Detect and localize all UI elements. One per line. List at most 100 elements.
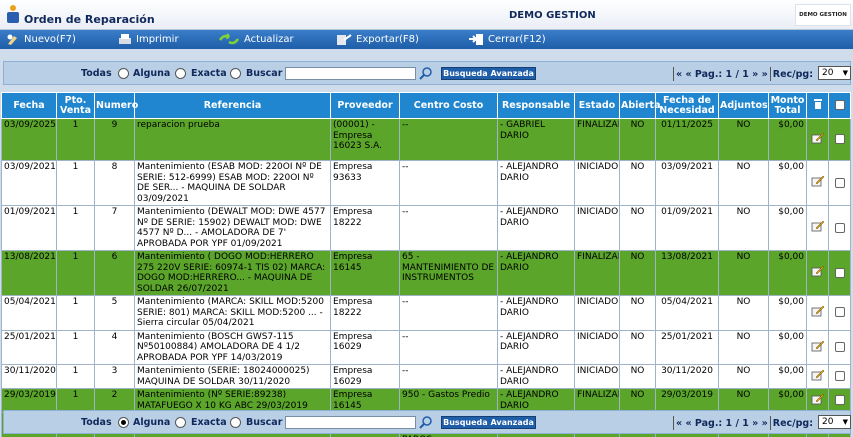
refresh-button[interactable]: Actualizar [218,32,294,47]
table-row[interactable]: 03/09/2025 1 9 reparacion prueba (00001) - E… [1,118,851,161]
cell-referencia: Mantenimiento (BOSCH GWS7-115 Nº50100884… [134,329,331,365]
next-page-button[interactable]: » [752,69,758,80]
select-cell [828,160,851,206]
col-fecha[interactable]: Fecha [1,92,57,119]
cell-referencia: Mantenimiento (MARCA: SKILL MOD:5200 SER… [134,295,331,331]
radio-buscar-top[interactable] [230,68,241,79]
brand-logo: DEMO GESTION [795,4,851,26]
rec-per-page-select-bottom[interactable]: 20 ▼ [818,415,851,429]
col-centro-costo[interactable]: Centro Costo [399,92,498,119]
cell-adjuntos: NO [718,329,769,365]
row-checkbox[interactable] [834,222,845,233]
col-adjuntos[interactable]: Adjuntos [718,92,769,119]
alguna-label-bottom: Alguna [133,417,171,428]
table-row[interactable]: 25/01/2021 1 4 Mantenimiento (BOSCH GWS7-11… [1,329,851,365]
new-button[interactable]: Nuevo(F7) [6,32,76,47]
edit-cell[interactable] [806,250,829,296]
edit-icon[interactable] [811,265,825,277]
table-row[interactable]: 01/09/2021 1 7 Mantenimiento (DEWALT MOD: D… [1,205,851,251]
table-row[interactable]: 13/08/2021 1 6 Mantenimiento ( DOGO MOD:HER… [1,250,851,296]
edit-icon[interactable] [811,305,825,317]
cell-numero: 8 [94,160,135,206]
row-checkbox[interactable] [834,371,845,381]
col-responsable[interactable]: Responsable [497,92,575,119]
cell-adjuntos: NO [718,118,769,161]
cell-responsable: - ALEJANDRO DARIO [497,364,575,389]
chevron-down-icon-bottom: ▼ [842,418,848,426]
col-referencia[interactable]: Referencia [134,92,331,119]
edit-icon[interactable] [811,393,825,405]
last-page-button-bottom[interactable]: » [762,418,768,429]
col-proveedor[interactable]: Proveedor [330,92,400,119]
advanced-search-button-bottom[interactable]: Busqueda Avanzada [441,416,536,429]
edit-cell[interactable] [806,160,829,206]
edit-cell[interactable] [806,118,829,161]
select-all-checkbox[interactable] [834,100,845,111]
radio-alguna-bottom[interactable] [118,417,129,428]
prev-page-button-bottom[interactable]: « [685,418,691,429]
table-row[interactable]: 30/11/2020 1 3 Mantenimiento (SERIE: 180240… [1,364,851,389]
cell-pto-venta: 1 [56,329,95,365]
radio-exacta-top[interactable] [175,68,186,79]
row-checkbox[interactable] [834,395,845,405]
radio-exacta-bottom[interactable] [175,417,186,428]
export-label: Exportar(F8) [356,34,419,45]
cell-estado: INICIADO [574,205,620,251]
table-row[interactable]: 03/09/2021 1 8 Mantenimiento (ESAB MOD: 220… [1,160,851,206]
cell-fecha: 25/01/2021 [1,329,57,365]
title-bar: Orden de Reparación DEMO GESTION DEMO GE… [0,0,853,30]
cell-monto-total: $0,00 [768,250,807,296]
magnifier-icon[interactable] [418,66,434,81]
radio-alguna-top[interactable] [118,68,129,79]
first-page-button-bottom[interactable]: « [676,418,682,429]
edit-icon[interactable] [811,175,825,187]
brand-text: DEMO GESTION [799,12,847,18]
cell-monto-total: $0,00 [768,205,807,251]
rec-per-page-select[interactable]: 20 ▼ [818,66,851,80]
edit-cell[interactable] [806,364,829,389]
edit-icon[interactable] [811,369,825,381]
search-input-bottom[interactable] [285,416,416,429]
search-bar-bottom: Todas Alguna Exacta Buscar Busqueda Avan… [3,410,851,434]
cell-abierta: NO [619,329,656,365]
row-checkbox[interactable] [834,307,845,318]
col-select-all[interactable] [828,92,851,119]
col-pto-venta[interactable]: Pto. Venta [56,92,95,119]
advanced-search-button-top[interactable]: Busqueda Avanzada [441,67,536,80]
select-cell [828,364,851,389]
col-abierta[interactable]: Abierta [619,92,661,119]
export-button[interactable]: Exportar(F8) [336,32,419,47]
magnifier-icon-bottom[interactable] [418,415,434,430]
col-delete[interactable] [806,92,829,119]
edit-cell[interactable] [806,205,829,251]
table-row[interactable]: 29/03/2019 1 2 Mantenimiento (Nº SERIE:8923… [1,388,851,413]
first-page-button[interactable]: « [676,69,682,80]
cell-monto-total: $0,00 [768,388,807,413]
export-icon [337,34,352,45]
edit-cell[interactable] [806,295,829,331]
row-checkbox[interactable] [834,177,845,188]
edit-icon[interactable] [811,132,825,144]
row-checkbox[interactable] [834,267,845,278]
edit-cell[interactable] [806,329,829,365]
edit-icon[interactable] [811,220,825,232]
edit-cell[interactable] [806,388,829,413]
col-numero[interactable]: Numero [94,92,138,119]
radio-buscar-bottom[interactable] [230,417,241,428]
next-page-button-bottom[interactable]: » [752,418,758,429]
search-input-top[interactable] [285,67,416,80]
col-monto-total[interactable]: Monto Total [768,92,807,119]
print-button[interactable]: Imprimir [118,32,179,47]
table-row[interactable]: 05/04/2021 1 5 Mantenimiento (MARCA: SKILL … [1,295,851,331]
col-estado[interactable]: Estado [574,92,620,119]
select-cell [828,250,851,296]
row-checkbox[interactable] [834,341,845,352]
edit-icon[interactable] [811,340,825,352]
col-fecha-necesidad[interactable]: Fecha de Necesidad [655,92,719,119]
pager-bottom: « « Pag.: 1 / 1 » » Rec/pg: [671,416,813,430]
close-button[interactable]: Cerrar(F12) [468,32,546,47]
prev-page-button[interactable]: « [685,69,691,80]
row-checkbox[interactable] [834,134,845,144]
last-page-button[interactable]: » [762,69,768,80]
cell-fecha-necesidad: 03/09/2021 [655,160,719,206]
